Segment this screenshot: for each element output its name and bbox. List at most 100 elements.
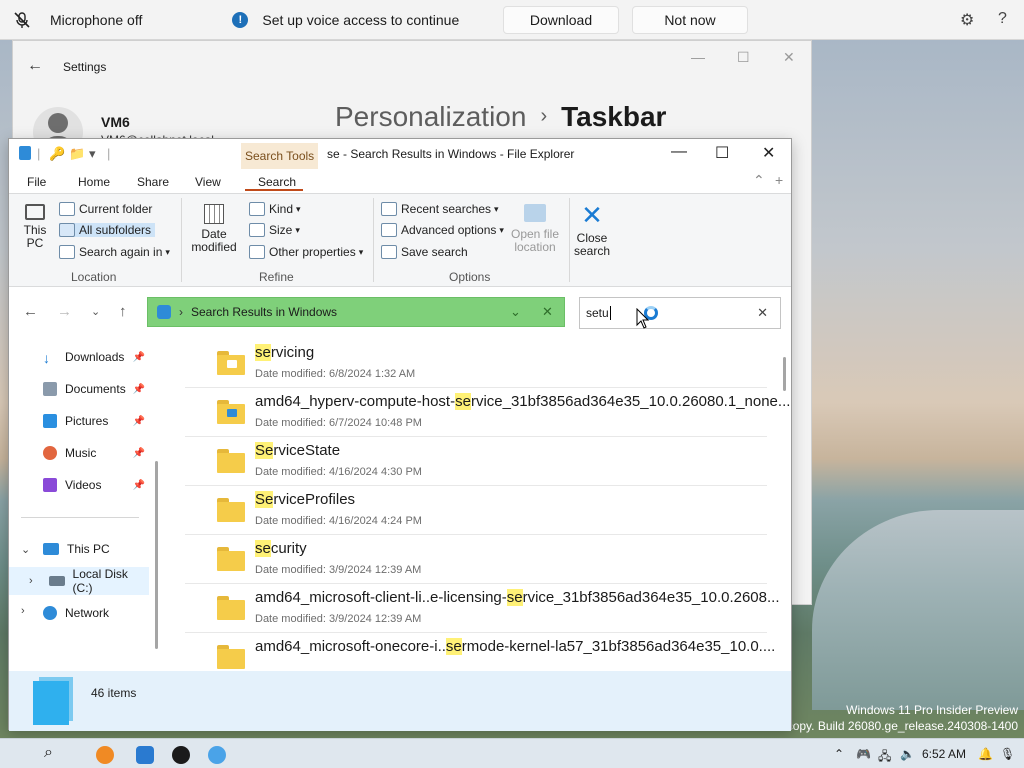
result-name: ServiceProfiles (255, 491, 356, 508)
save-search-button[interactable]: Save search (381, 245, 468, 259)
results-scrollbar[interactable] (783, 357, 786, 391)
document-icon (43, 382, 57, 396)
taskbar: ⌕ ⌃ 🎮 🖧 🔈 6:52 AM 🔔 🎙 (0, 738, 1024, 768)
network-icon[interactable]: 🖧 (878, 747, 891, 768)
forward-arrow-icon[interactable]: → (57, 303, 72, 320)
date-modified-button[interactable]: Date modified (187, 204, 241, 254)
not-now-button[interactable]: Not now (632, 6, 748, 34)
notification-bell-icon[interactable]: 🔔 (978, 747, 993, 761)
group-label-location: Location (71, 270, 117, 284)
up-arrow-icon[interactable]: ↑ (119, 303, 127, 320)
nav-item-pictures[interactable]: Pictures 📌 (9, 407, 149, 435)
folder-icon (217, 351, 245, 375)
microphone-off-icon[interactable] (8, 6, 36, 34)
collapse-ribbon-icon[interactable]: ⌃ (753, 172, 765, 189)
tab-home[interactable]: Home (78, 175, 110, 189)
search-icon[interactable]: ⌕ (44, 744, 53, 762)
customize-quick-access-icon[interactable]: ▾ (89, 146, 96, 162)
size-button[interactable]: Size ▾ (249, 223, 300, 237)
minimize-icon[interactable]: — (671, 143, 687, 161)
nav-item-videos[interactable]: Videos 📌 (9, 471, 149, 499)
navigation-bar: ← → ⌄ ↑ › Search Results in Windows ⌄ ✕ … (9, 287, 791, 337)
kind-icon (249, 202, 265, 216)
result-row[interactable]: amd64_microsoft-onecore-i..sermode-kerne… (185, 633, 775, 671)
tab-search[interactable]: Search (258, 175, 296, 189)
input-indicator-icon[interactable]: 🎮 (856, 747, 871, 761)
volume-icon[interactable]: 🔈 (900, 747, 915, 761)
other-properties-button[interactable]: Other properties ▾ (249, 245, 363, 259)
result-row[interactable]: ServiceProfiles Date modified: 4/16/2024… (185, 486, 767, 535)
maximize-icon[interactable]: ☐ (737, 49, 750, 66)
close-icon[interactable]: ✕ (783, 49, 795, 66)
kind-button[interactable]: Kind ▾ (249, 202, 301, 216)
photos-icon[interactable] (136, 746, 154, 764)
search-tools-tab[interactable]: Search Tools (241, 143, 319, 169)
page-title: Taskbar (561, 101, 667, 132)
search-again-in-button[interactable]: Search again in ▾ (59, 245, 170, 259)
help-icon[interactable]: ? (998, 10, 1007, 28)
pin-icon: 📌 (132, 383, 145, 395)
stop-icon[interactable]: ✕ (542, 304, 553, 320)
group-separator (181, 198, 182, 282)
explorer-titlebar: | 🔑 📁 ▾ | Search Tools se - Search Resul… (9, 139, 791, 169)
new-folder-icon[interactable]: 📁 (69, 146, 85, 162)
nav-item-network[interactable]: Network (9, 599, 149, 627)
result-name: ServiceState (255, 442, 341, 459)
current-folder-button[interactable]: Current folder (59, 202, 152, 216)
nav-item-documents[interactable]: Documents 📌 (9, 375, 149, 403)
minimize-icon[interactable]: — (691, 49, 705, 65)
chevron-right-icon[interactable]: › (29, 575, 33, 587)
chevron-down-icon: ▾ (358, 246, 364, 257)
search-results-icon (33, 677, 73, 725)
tab-view[interactable]: View (195, 175, 221, 189)
result-row[interactable]: amd64_hyperv-compute-host-service_31bf38… (185, 388, 790, 437)
nav-item-local-disk[interactable]: › Local Disk (C:) (9, 567, 149, 595)
this-pc-button[interactable]: This PC (19, 204, 51, 250)
properties-icon (249, 245, 265, 259)
gear-icon[interactable]: ⚙ (960, 10, 974, 30)
recent-searches-button[interactable]: Recent searches ▾ (381, 202, 499, 216)
tab-share[interactable]: Share (137, 175, 169, 189)
address-bar[interactable]: › Search Results in Windows ⌄ ✕ (147, 297, 565, 327)
download-button[interactable]: Download (503, 6, 619, 34)
close-search-button[interactable]: ✕ Close search (571, 202, 613, 258)
nav-item-downloads[interactable]: ↓ Downloads 📌 (9, 343, 149, 371)
result-row[interactable]: amd64_microsoft-client-li..e-licensing-s… (185, 584, 780, 633)
result-row[interactable]: ServiceState Date modified: 4/16/2024 4:… (185, 437, 767, 486)
nav-item-this-pc[interactable]: This PC (9, 535, 149, 563)
result-name: servicing (255, 344, 315, 361)
advanced-options-button[interactable]: Advanced options ▾ (381, 223, 504, 237)
recent-searches-icon (381, 202, 397, 216)
item-count: 46 items (91, 686, 137, 700)
info-icon: ! (232, 11, 249, 28)
result-row[interactable]: servicing Date modified: 6/8/2024 1:32 A… (185, 339, 767, 388)
tab-file[interactable]: File (27, 175, 46, 189)
back-arrow-icon[interactable]: ← (27, 57, 43, 75)
back-arrow-icon[interactable]: ← (23, 303, 38, 320)
result-date: Date modified: 4/16/2024 4:24 PM (255, 515, 422, 527)
xbox-icon[interactable] (172, 746, 190, 764)
address-dropdown-icon[interactable]: ⌄ (510, 304, 521, 320)
breadcrumb-personalization[interactable]: Personalization (335, 101, 526, 132)
maximize-icon[interactable]: ☐ (715, 143, 729, 163)
user-name: VM6 (101, 114, 130, 130)
nav-item-music[interactable]: Music 📌 (9, 439, 149, 467)
search-input[interactable]: setu ✕ (579, 297, 781, 329)
voice-access-mic-icon[interactable]: 🎙 (1000, 747, 1015, 761)
clock[interactable]: 6:52 AM (922, 747, 966, 761)
recent-locations-icon[interactable]: ⌄ (91, 305, 100, 318)
clear-search-icon[interactable]: ✕ (757, 305, 768, 321)
breadcrumb-separator: › (540, 105, 548, 127)
result-date: Date modified: 3/9/2024 12:39 AM (255, 564, 422, 576)
all-subfolders-button[interactable]: All subfolders (59, 223, 156, 237)
close-icon[interactable]: ✕ (762, 143, 775, 163)
advanced-options-icon (381, 223, 397, 237)
voice-access-icon[interactable] (208, 746, 226, 764)
plus-icon[interactable]: + (775, 172, 783, 188)
properties-icon[interactable]: 🔑 (49, 146, 65, 162)
firefox-icon[interactable] (96, 746, 114, 764)
wallpaper-lake (812, 510, 1024, 710)
nav-pane-scrollbar[interactable] (155, 461, 158, 649)
result-row[interactable]: security Date modified: 3/9/2024 12:39 A… (185, 535, 767, 584)
chevron-up-icon[interactable]: ⌃ (834, 747, 844, 761)
